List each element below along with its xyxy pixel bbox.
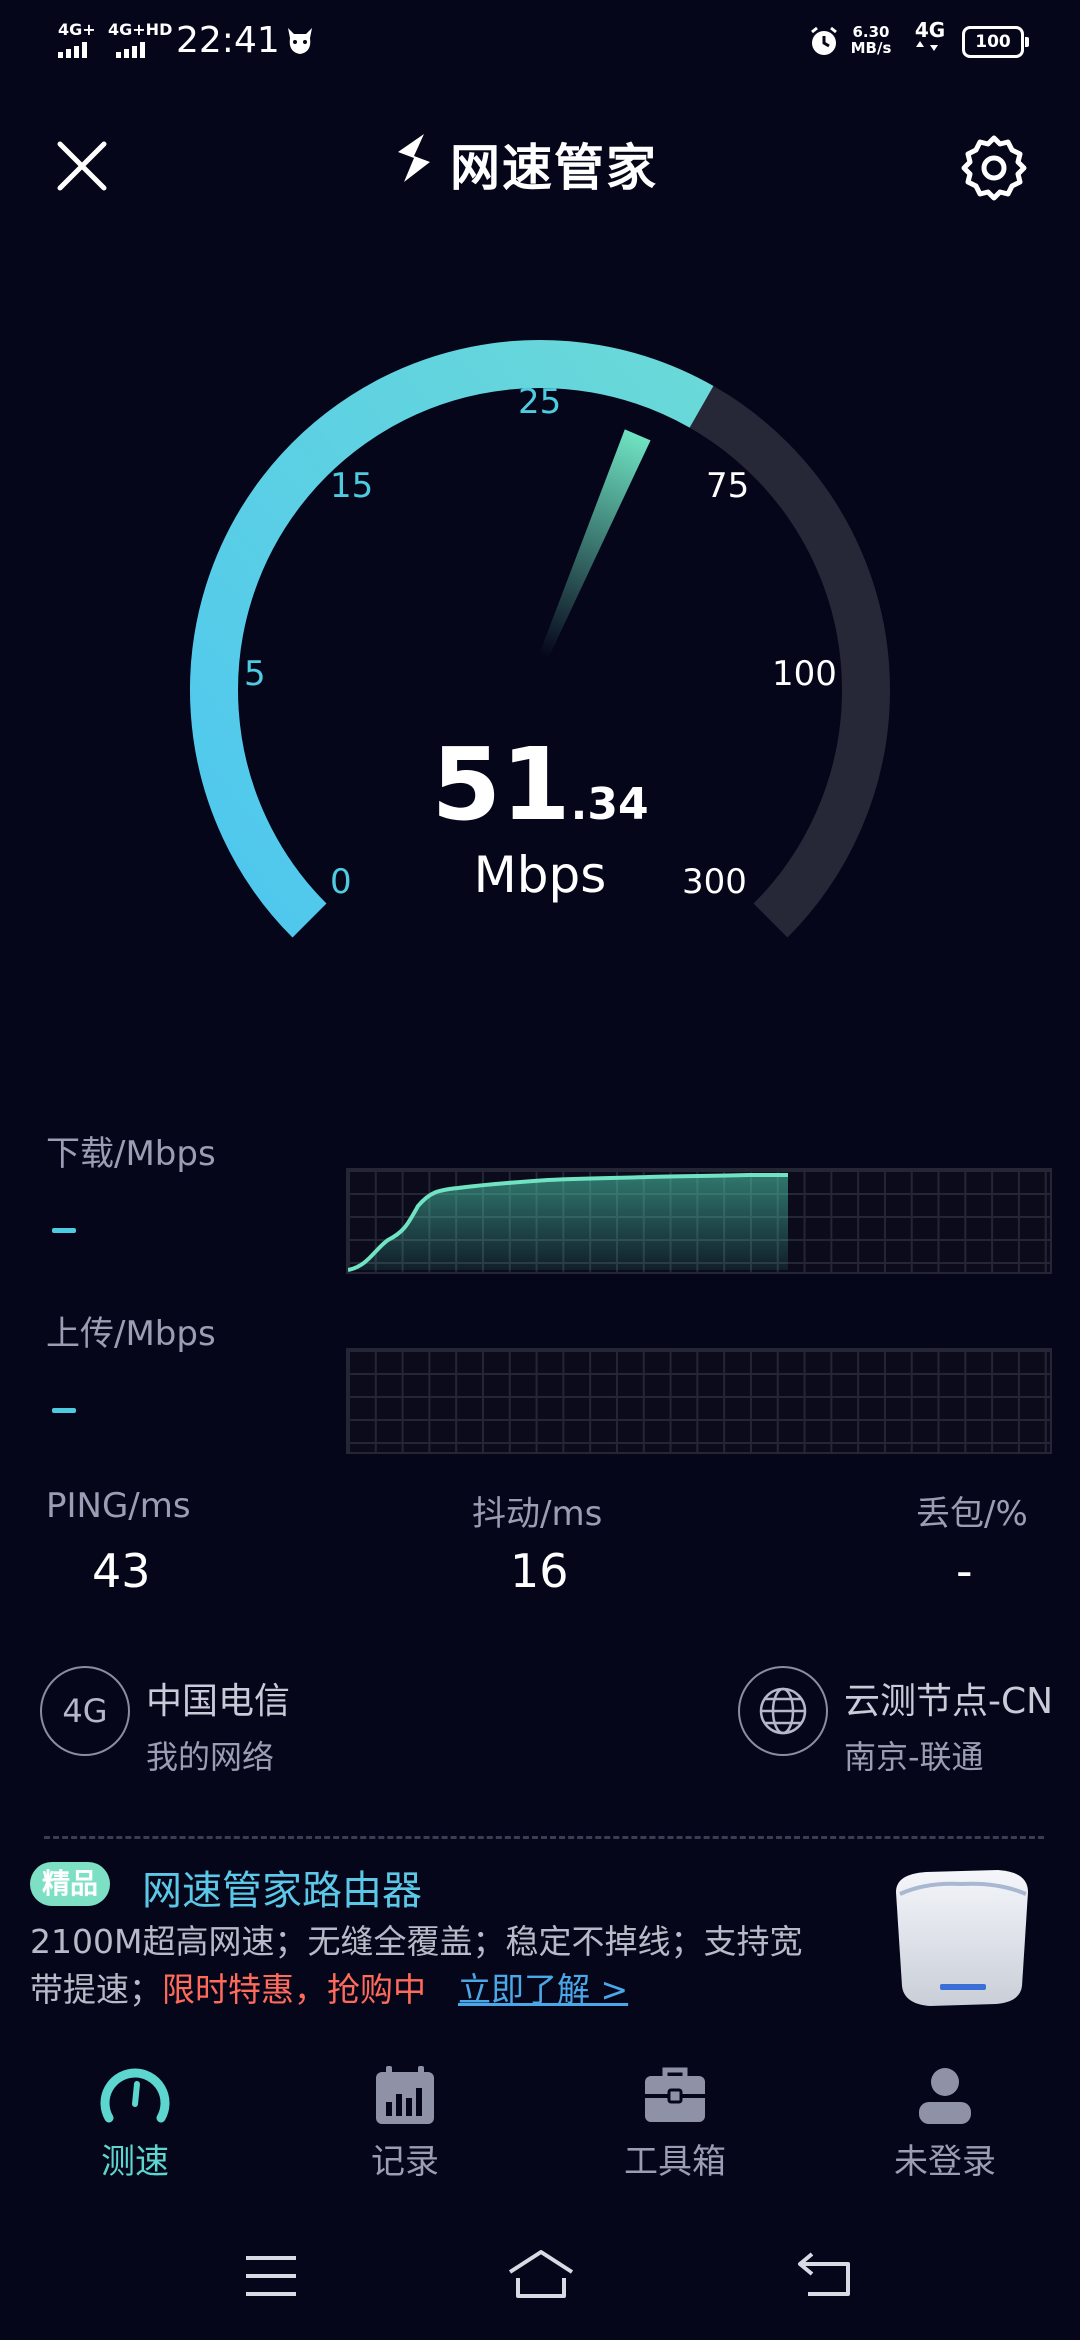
ad-promo: 限时特惠，抢购中 [162,1970,426,2009]
carrier-sub: 我的网络 [146,1738,275,1776]
network-speed: 6.30 MB/s [850,23,892,57]
back-icon[interactable] [796,2250,852,2302]
status-bar: 4G+ 4G+HD 22:41 6.30 MB/s 4G 100 [0,0,1080,80]
tab-toolbox[interactable]: 工具箱 [575,2064,775,2194]
user-icon [919,2068,971,2124]
ping-label: PING/ms [46,1486,191,1526]
ping-value: 43 [92,1544,151,1598]
upload-value: - [52,1408,76,1413]
tab-records[interactable]: 记录 [305,2064,505,2194]
speedometer-icon [100,2068,170,2123]
network-type-icon: 4G [40,1666,130,1756]
jitter-value: 16 [510,1544,569,1598]
ad-title[interactable]: 网速管家路由器 [142,1858,422,1916]
bottom-nav: 测速 记录 工具箱 未登录 [0,2064,1080,2194]
carrier-name: 中国电信 [146,1681,291,1722]
ad-banner[interactable]: 精品 网速管家路由器 2100M超高网速；无缝全覆盖；稳定不掉线；支持宽 带提速… [0,1850,1080,2020]
home-icon[interactable] [506,2248,576,2304]
tick-label: 75 [706,466,750,506]
gauge-needle [539,429,651,658]
download-chart [346,1168,1052,1274]
battery-icon: 100 [962,26,1029,58]
sim1-signal-icon: 4G+ [58,22,98,58]
toolbox-icon [645,2067,705,2122]
sim2-signal-icon: 4G+HD [108,22,172,58]
ad-learn-more-link[interactable]: 立即了解 > [458,1970,628,2009]
packet-loss-label: 丢包/% [916,1494,1028,1534]
jitter-label: 抖动/ms [472,1494,603,1534]
tab-label: 测速 [101,2142,169,2182]
tick-label: 100 [772,654,837,694]
download-area [348,1175,788,1270]
alarm-icon [808,26,840,62]
tick-label: 25 [518,382,562,422]
speed-integer: 51 [431,726,571,843]
download-label: 下载/Mbps [46,1134,216,1174]
bull-icon [284,26,316,60]
app-title: 网速管家 [450,139,658,197]
menu-icon[interactable] [244,2254,298,2302]
speed-decimal: .34 [570,779,649,830]
divider [44,1836,1044,1839]
download-value: - [52,1228,76,1233]
tick-label: 5 [244,654,266,694]
tab-label: 记录 [371,2142,439,2182]
mobile-data-icon: 4G [910,20,950,57]
speed-readout: 51.34 [0,726,1080,843]
test-node[interactable]: 云测节点-CN [844,1672,1053,1724]
globe-icon[interactable] [738,1666,828,1756]
status-time: 22:41 [176,20,280,61]
tab-label: 工具箱 [624,2142,726,2182]
tick-label: 15 [330,466,374,506]
tab-account[interactable]: 未登录 [845,2064,1045,2194]
speed-unit: Mbps [473,846,607,904]
test-node-location: 南京-联通 [844,1738,984,1776]
gear-icon[interactable] [958,132,1030,204]
calendar-chart-icon [376,2066,434,2124]
packet-loss-value: - [956,1544,973,1598]
tab-label: 未登录 [894,2142,996,2182]
app-logo [384,128,444,188]
upload-chart [346,1348,1052,1454]
ad-badge: 精品 [30,1862,111,1906]
ad-description: 2100M超高网速；无缝全覆盖；稳定不掉线；支持宽 带提速；限时特惠，抢购中 立即… [30,1922,803,2009]
router-image [886,1862,1038,2012]
close-icon[interactable] [52,136,112,196]
tab-speedtest[interactable]: 测速 [35,2064,235,2194]
upload-label: 上传/Mbps [46,1314,216,1354]
